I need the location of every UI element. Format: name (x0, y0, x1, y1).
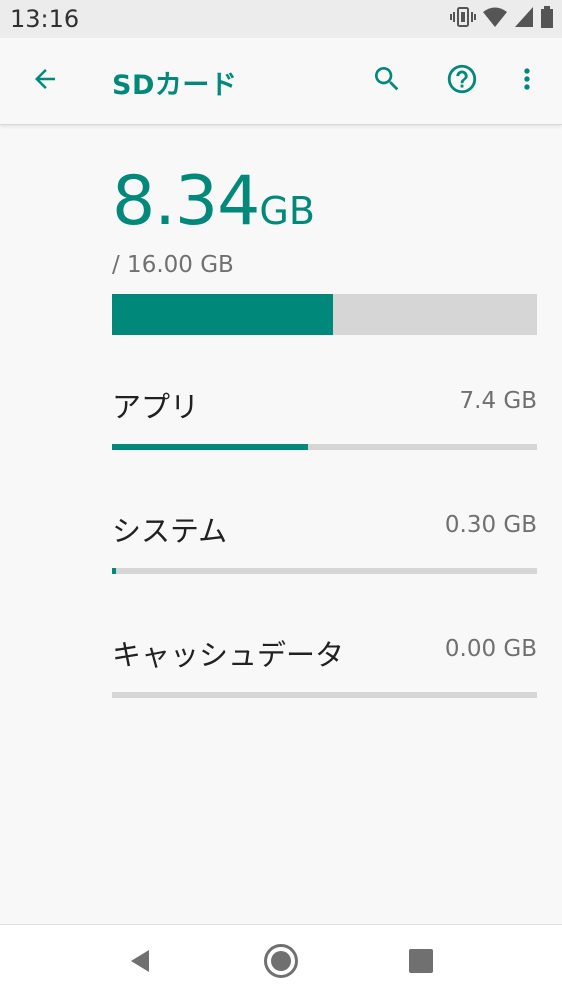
category-label: アプリ (112, 390, 200, 424)
status-icons (450, 6, 554, 32)
category-value: 7.4 GB (459, 388, 538, 414)
app-bar: SDカード (0, 38, 562, 125)
nav-home-button[interactable] (259, 941, 303, 985)
help-button[interactable] (441, 60, 483, 102)
battery-icon (540, 6, 554, 32)
category-value: 0.30 GB (444, 512, 537, 538)
help-icon (445, 62, 479, 100)
back-arrow-icon (30, 64, 60, 98)
nav-recents-button[interactable] (399, 941, 443, 985)
used-unit: GB (259, 189, 315, 233)
recents-square-icon (408, 948, 434, 978)
page-title: SDカード (112, 70, 238, 101)
back-triangle-icon (127, 948, 153, 978)
search-icon (371, 63, 403, 99)
category-bar (112, 692, 537, 698)
status-time: 13:16 (10, 5, 80, 33)
nav-back-button[interactable] (118, 941, 162, 985)
search-button[interactable] (366, 60, 408, 102)
category-bar-fill (112, 444, 308, 450)
storage-usage-bar-fill (112, 294, 334, 335)
status-bar: 13:16 (0, 0, 562, 38)
home-circle-icon (263, 943, 299, 983)
category-bar (112, 444, 537, 450)
more-options-button[interactable] (506, 60, 548, 102)
signal-icon (514, 6, 534, 32)
category-bar (112, 568, 537, 574)
category-label: システム (112, 514, 228, 548)
navigation-bar (0, 924, 562, 1000)
category-bar-fill (112, 568, 117, 574)
storage-usage-bar (112, 294, 537, 335)
category-label: キャッシュデータ (112, 638, 345, 672)
category-value: 0.00 GB (444, 636, 537, 662)
vibrate-icon (450, 6, 476, 32)
back-button[interactable] (24, 60, 66, 102)
total-capacity: / 16.00 GB (112, 252, 234, 278)
more-vert-icon (511, 63, 543, 99)
wifi-icon (482, 6, 508, 32)
used-amount: 8.34GB (112, 162, 315, 241)
used-value: 8.34 (112, 162, 260, 241)
